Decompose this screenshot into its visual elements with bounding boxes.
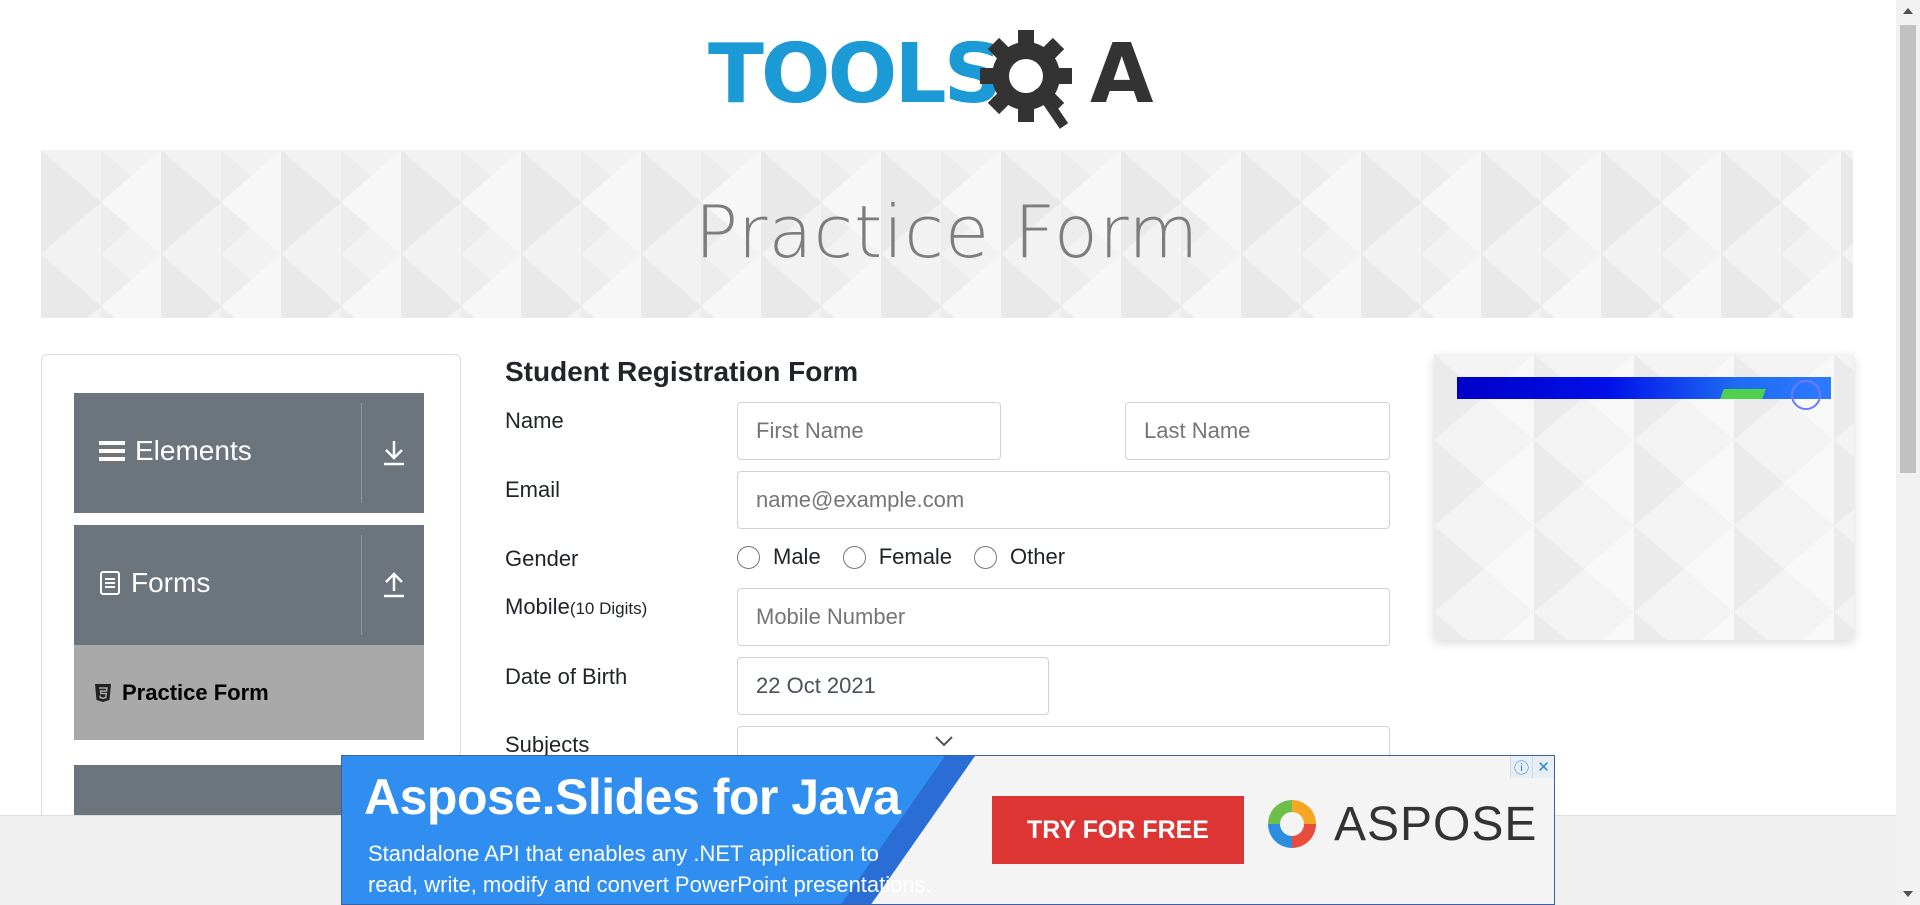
last-name-input[interactable]: Last Name — [1125, 402, 1390, 460]
scroll-down-icon[interactable] — [1903, 891, 1913, 897]
document-icon — [100, 571, 120, 595]
gender-radio-male[interactable]: Male — [737, 544, 821, 570]
toolsqa-logo-graphic: TOOLS A — [708, 27, 1154, 129]
dob-label: Date of Birth — [505, 664, 628, 689]
ad-close-icon[interactable]: ✕ — [1532, 756, 1554, 778]
radio-circle[interactable] — [974, 545, 998, 569]
mobile-input[interactable]: Mobile Number — [737, 588, 1390, 646]
page-title: Practice Form — [694, 190, 1200, 274]
mobile-label-text: Mobile — [505, 594, 570, 619]
scrollbar-thumb[interactable] — [1900, 25, 1916, 473]
gender-radio-group: Male Female Other — [737, 544, 1087, 570]
hamburger-icon — [99, 441, 125, 461]
first-name-input[interactable]: First Name — [737, 402, 1001, 460]
sidebar-group-label: Forms — [131, 567, 211, 598]
scroll-up-icon[interactable] — [1903, 8, 1913, 14]
chevron-down-icon[interactable] — [934, 735, 954, 747]
mobile-label: Mobile(10 Digits) — [505, 594, 647, 620]
sidebar-group-label: Elements — [135, 435, 252, 466]
divider — [361, 403, 362, 503]
divider — [361, 535, 362, 635]
mobile-hint: (10 Digits) — [569, 599, 648, 618]
gender-radio-other[interactable]: Other — [974, 544, 1065, 570]
form-title: Student Registration Form — [505, 356, 859, 387]
gender-radio-female[interactable]: Female — [842, 544, 952, 570]
sidebar-group-forms[interactable]: Forms — [74, 525, 424, 645]
download-arrow-icon[interactable] — [374, 435, 414, 471]
ad-headline[interactable]: Aspose.Slides for Java — [364, 768, 901, 826]
side-ad[interactable] — [1434, 354, 1854, 640]
upload-arrow-icon[interactable] — [374, 567, 414, 603]
ad-subtext-line: read, write, modify and convert PowerPoi… — [368, 872, 932, 897]
ad-subtext-line: Standalone API that enables any .NET app… — [368, 841, 879, 866]
ad-brand-name: ASPOSE — [1334, 797, 1538, 851]
sidebar-item-label: Practice Form — [122, 680, 269, 705]
email-input[interactable]: name@example.com — [737, 471, 1390, 529]
gender-option-label[interactable]: Other — [1010, 544, 1065, 570]
side-ad-accent — [1720, 389, 1766, 399]
ad-choices-icon[interactable] — [1791, 380, 1821, 410]
email-label: Email — [505, 477, 561, 502]
radio-circle[interactable] — [842, 545, 866, 569]
sidebar-group-elements-label-wrap: Elements — [99, 435, 252, 467]
try-for-free-button[interactable]: TRY FOR FREE — [992, 796, 1244, 864]
gender-option-label[interactable]: Male — [773, 544, 821, 570]
ad-info-icon[interactable]: ⓘ — [1510, 756, 1532, 778]
sidebar-item-label-wrap: Practice Form — [94, 680, 269, 706]
aspose-brand[interactable]: ASPOSE — [1262, 794, 1537, 854]
radio-circle[interactable] — [737, 545, 760, 569]
page-banner: Practice Form — [41, 150, 1853, 318]
vertical-scrollbar[interactable] — [1896, 0, 1920, 905]
ad-controls: ⓘ ✕ — [1510, 756, 1554, 778]
gender-label: Gender — [505, 546, 579, 571]
aspose-logo-icon — [1268, 800, 1316, 848]
ad-subtext[interactable]: Standalone API that enables any .NET app… — [368, 838, 932, 900]
side-ad-banner[interactable] — [1457, 377, 1831, 410]
name-label: Name — [505, 408, 564, 433]
html5-icon — [95, 684, 111, 702]
dob-input[interactable]: 22 Oct 2021 — [737, 657, 1049, 715]
sidebar-group-elements[interactable]: Elements — [74, 393, 424, 513]
gender-option-label[interactable]: Female — [879, 544, 952, 570]
bottom-ad-banner[interactable]: Aspose.Slides for Java Standalone API th… — [341, 755, 1555, 905]
sidebar-group-forms-label-wrap: Forms — [99, 567, 210, 599]
svg-text:A: A — [1090, 27, 1154, 122]
sidebar-item-practice-form[interactable]: Practice Form — [74, 645, 424, 740]
toolsqa-logo[interactable]: TOOLS A — [708, 24, 1192, 134]
svg-text:TOOLS: TOOLS — [708, 27, 1000, 122]
